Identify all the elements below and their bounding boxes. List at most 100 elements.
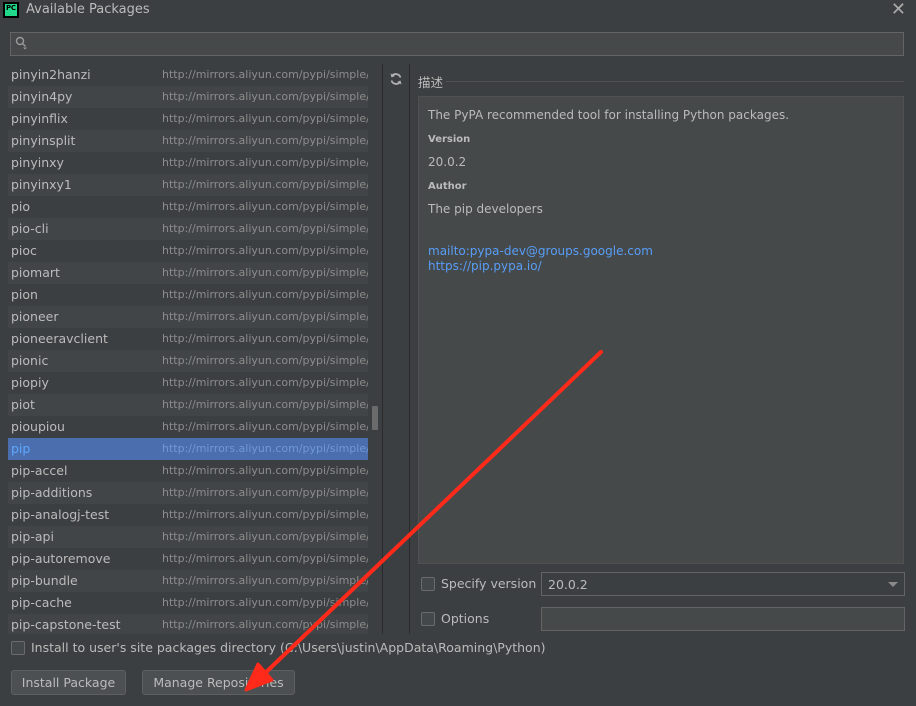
list-item[interactable]: pinyinxy http://mirrors.aliyun.com/pypi/s… bbox=[8, 152, 382, 174]
package-repo-url: http://mirrors.aliyun.com/pypi/simple/ bbox=[162, 310, 370, 323]
list-item[interactable]: piot http://mirrors.aliyun.com/pypi/simpl… bbox=[8, 394, 382, 416]
package-name: pioupiou bbox=[11, 419, 65, 434]
description-panel: The PyPA recommended tool for installing… bbox=[418, 96, 904, 564]
package-repo-url: http://mirrors.aliyun.com/pypi/simple/ bbox=[162, 442, 370, 455]
list-item[interactable]: pioneeravclient http://mirrors.aliyun.com… bbox=[8, 328, 382, 350]
list-item[interactable]: pip-capstone-test http://mirrors.aliyun.c… bbox=[8, 614, 382, 634]
version-dropdown[interactable]: 20.0.2 bbox=[541, 572, 905, 596]
package-repo-url: http://mirrors.aliyun.com/pypi/simple/ bbox=[162, 464, 370, 477]
package-name: pinyin4py bbox=[11, 89, 73, 104]
package-repo-url: http://mirrors.aliyun.com/pypi/simple/ bbox=[162, 178, 370, 191]
window-title: Available Packages bbox=[26, 2, 150, 17]
list-item[interactable]: pionic http://mirrors.aliyun.com/pypi/sim… bbox=[8, 350, 382, 372]
package-repo-url: http://mirrors.aliyun.com/pypi/simple/ bbox=[162, 508, 370, 521]
list-item[interactable]: pinyinsplit http://mirrors.aliyun.com/pyp… bbox=[8, 130, 382, 152]
package-name: pio-cli bbox=[11, 221, 49, 236]
package-repo-url: http://mirrors.aliyun.com/pypi/simple/ bbox=[162, 134, 370, 147]
list-item[interactable]: pip-additions http://mirrors.aliyun.com/p… bbox=[8, 482, 382, 504]
list-item[interactable]: pinyin2hanzi http://mirrors.aliyun.com/py… bbox=[8, 64, 382, 86]
search-input[interactable] bbox=[35, 35, 899, 55]
list-item[interactable]: pip-cache http://mirrors.aliyun.com/pypi/… bbox=[8, 592, 382, 614]
package-name: pioneer bbox=[11, 309, 59, 324]
package-repo-url: http://mirrors.aliyun.com/pypi/simple/ bbox=[162, 156, 370, 169]
list-item[interactable]: pio-cli http://mirrors.aliyun.com/pypi/si… bbox=[8, 218, 382, 240]
package-name: piopiy bbox=[11, 375, 49, 390]
package-name: pip bbox=[11, 441, 31, 456]
list-item[interactable]: pioc http://mirrors.aliyun.com/pypi/simpl… bbox=[8, 240, 382, 262]
install-user-checkbox[interactable] bbox=[11, 641, 25, 655]
package-repo-url: http://mirrors.aliyun.com/pypi/simple/ bbox=[162, 266, 370, 279]
package-name: pinyinxy1 bbox=[11, 177, 72, 192]
list-item[interactable]: pinyinflix http://mirrors.aliyun.com/pypi… bbox=[8, 108, 382, 130]
package-summary: The PyPA recommended tool for installing… bbox=[428, 108, 790, 122]
version-value: 20.0.2 bbox=[428, 155, 467, 169]
author-value: The pip developers bbox=[428, 202, 543, 216]
list-item[interactable]: piopiy http://mirrors.aliyun.com/pypi/sim… bbox=[8, 372, 382, 394]
list-item[interactable]: pip-analogj-test http://mirrors.aliyun.co… bbox=[8, 504, 382, 526]
package-repo-url: http://mirrors.aliyun.com/pypi/simple/ bbox=[162, 68, 370, 81]
package-name: pinyin2hanzi bbox=[11, 67, 91, 82]
package-repo-url: http://mirrors.aliyun.com/pypi/simple/ bbox=[162, 618, 370, 631]
author-header: Author bbox=[428, 181, 467, 192]
package-repo-url: http://mirrors.aliyun.com/pypi/simple/ bbox=[162, 332, 370, 345]
options-label: Options bbox=[441, 611, 490, 626]
version-header: Version bbox=[428, 134, 471, 145]
package-name: pio bbox=[11, 199, 31, 214]
search-icon bbox=[15, 36, 27, 50]
package-repo-url: http://mirrors.aliyun.com/pypi/simple/ bbox=[162, 530, 370, 543]
package-name: pioc bbox=[11, 243, 37, 258]
package-repo-url: http://mirrors.aliyun.com/pypi/simple/ bbox=[162, 288, 370, 301]
list-item[interactable]: pip-accel http://mirrors.aliyun.com/pypi/… bbox=[8, 460, 382, 482]
install-user-label: Install to user's site packages director… bbox=[31, 640, 546, 655]
list-item[interactable]: pinyinxy1 http://mirrors.aliyun.com/pypi/… bbox=[8, 174, 382, 196]
description-label: 描述 bbox=[418, 75, 444, 90]
list-item[interactable]: pip-autoremove http://mirrors.aliyun.com/… bbox=[8, 548, 382, 570]
package-name: pip-cache bbox=[11, 595, 72, 610]
package-name: pion bbox=[11, 287, 38, 302]
package-repo-url: http://mirrors.aliyun.com/pypi/simple/ bbox=[162, 596, 370, 609]
package-search-field[interactable] bbox=[10, 32, 904, 56]
package-repo-url: http://mirrors.aliyun.com/pypi/simple/ bbox=[162, 420, 370, 433]
package-repo-url: http://mirrors.aliyun.com/pypi/simple/ bbox=[162, 200, 370, 213]
options-input[interactable] bbox=[541, 607, 905, 631]
package-name: pinyinflix bbox=[11, 111, 68, 126]
package-name: pip-accel bbox=[11, 463, 68, 478]
package-list[interactable]: pinyin2hanzi http://mirrors.aliyun.com/py… bbox=[8, 64, 382, 634]
package-name: piomart bbox=[11, 265, 60, 280]
list-item[interactable]: pioneer http://mirrors.aliyun.com/pypi/si… bbox=[8, 306, 382, 328]
options-checkbox[interactable] bbox=[421, 612, 435, 626]
package-name: pinyinsplit bbox=[11, 133, 76, 148]
list-item[interactable]: pioupiou http://mirrors.aliyun.com/pypi/s… bbox=[8, 416, 382, 438]
package-name: piot bbox=[11, 397, 35, 412]
title-bar: PC Available Packages ✕ bbox=[0, 0, 916, 22]
list-item[interactable]: piomart http://mirrors.aliyun.com/pypi/si… bbox=[8, 262, 382, 284]
install-package-button[interactable]: Install Package bbox=[11, 670, 126, 695]
list-item[interactable]: pip-api http://mirrors.aliyun.com/pypi/si… bbox=[8, 526, 382, 548]
pycharm-icon: PC bbox=[3, 2, 19, 18]
email-link[interactable]: mailto:pypa-dev@groups.google.com bbox=[428, 244, 653, 258]
manage-repositories-button[interactable]: Manage Repositories bbox=[142, 670, 295, 695]
refresh-icon[interactable] bbox=[389, 72, 403, 86]
homepage-link[interactable]: https://pip.pypa.io/ bbox=[428, 259, 542, 273]
package-name: pip-analogj-test bbox=[11, 507, 110, 522]
package-name: pioneeravclient bbox=[11, 331, 108, 346]
package-name: pinyinxy bbox=[11, 155, 64, 170]
specify-version-checkbox[interactable] bbox=[421, 577, 435, 591]
description-separator bbox=[446, 81, 904, 82]
list-item[interactable]: pip http://mirrors.aliyun.com/pypi/simple… bbox=[8, 438, 382, 460]
scrollbar-thumb[interactable] bbox=[372, 406, 378, 430]
package-repo-url: http://mirrors.aliyun.com/pypi/simple/ bbox=[162, 552, 370, 565]
package-repo-url: http://mirrors.aliyun.com/pypi/simple/ bbox=[162, 354, 370, 367]
package-name: pionic bbox=[11, 353, 49, 368]
package-name: pip-autoremove bbox=[11, 551, 111, 566]
list-item[interactable]: pinyin4py http://mirrors.aliyun.com/pypi/… bbox=[8, 86, 382, 108]
package-repo-url: http://mirrors.aliyun.com/pypi/simple/ bbox=[162, 222, 370, 235]
package-repo-url: http://mirrors.aliyun.com/pypi/simple/ bbox=[162, 244, 370, 257]
list-item[interactable]: pip-bundle http://mirrors.aliyun.com/pypi… bbox=[8, 570, 382, 592]
list-item[interactable]: pion http://mirrors.aliyun.com/pypi/simpl… bbox=[8, 284, 382, 306]
package-name: pip-bundle bbox=[11, 573, 78, 588]
package-name: pip-additions bbox=[11, 485, 93, 500]
package-list-scrollbar[interactable] bbox=[368, 64, 382, 634]
close-icon[interactable]: ✕ bbox=[891, 0, 906, 20]
list-item[interactable]: pio http://mirrors.aliyun.com/pypi/simple… bbox=[8, 196, 382, 218]
